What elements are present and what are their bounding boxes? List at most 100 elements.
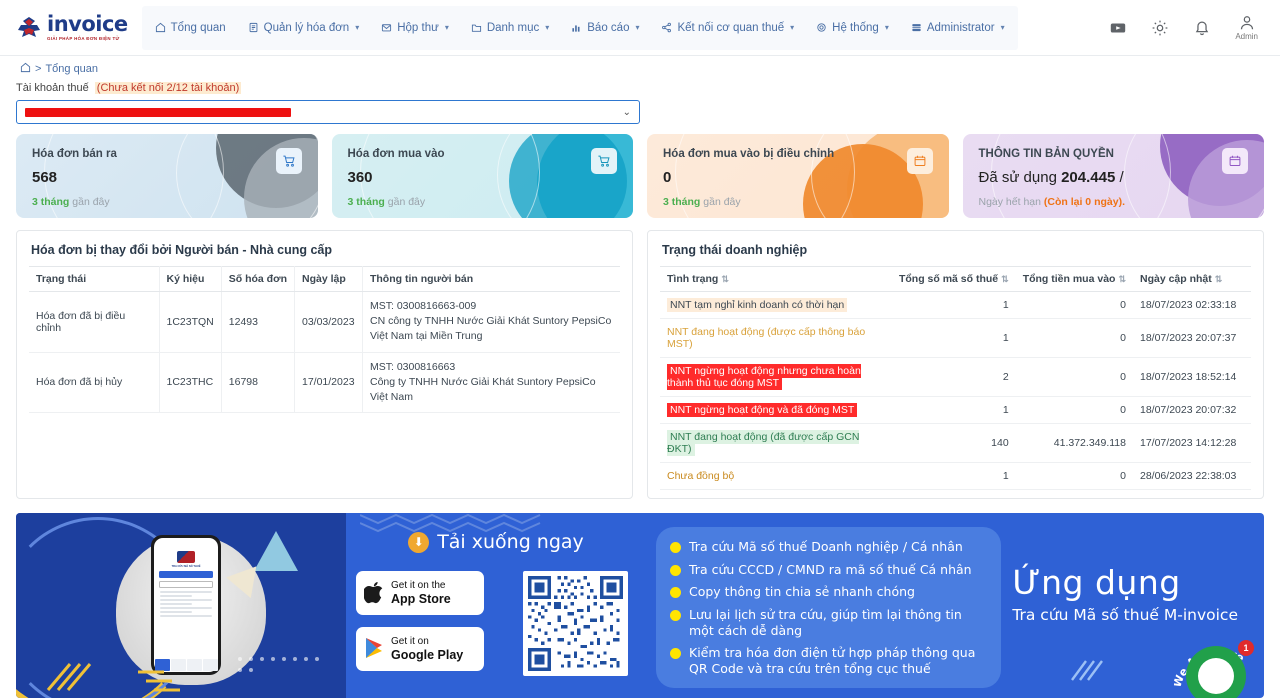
nav-label: Danh mục xyxy=(487,22,539,34)
cell-tong-tien-mua-vao: 0 xyxy=(1016,358,1133,397)
cell-ky-hieu: 1C23THC xyxy=(159,352,221,413)
cell-so-hoa-don: 12493 xyxy=(221,292,294,353)
table-row[interactable]: NNT ngừng hoạt động và đã đóng MST 1 0 1… xyxy=(660,397,1251,424)
google-play-button[interactable]: Get it on Google Play xyxy=(356,627,484,671)
card-hoa-don-mua-vao-bi-dieu-chinh[interactable]: Hóa đơn mua vào bị điều chỉnh 0 3 tháng … xyxy=(647,134,949,218)
nav-item-danh-muc[interactable]: Danh mục ▾ xyxy=(460,6,560,50)
license-used: 204.445 xyxy=(1061,169,1115,186)
col-trang-thai[interactable]: Trạng thái xyxy=(29,267,159,292)
col-tong-so-ma-so-thue[interactable]: Tổng số mã số thuế⇅ xyxy=(892,267,1016,292)
bell-icon[interactable] xyxy=(1193,19,1211,37)
card-value: 360 xyxy=(348,169,618,186)
promo-banner[interactable]: TRA CỨU MÃ SỐ THUẾ xyxy=(16,513,1264,698)
bullet-icon xyxy=(670,610,681,621)
nav-right-icons: Admin xyxy=(1109,15,1280,41)
table-row[interactable]: NNT ngừng hoạt động nhưng chưa hoàn thàn… xyxy=(660,358,1251,397)
panel-hoa-don-thay-doi: Hóa đơn bị thay đổi bởi Người bán - Nhà … xyxy=(16,230,633,499)
seller-mst: MST: 0300816663-009 xyxy=(370,299,613,314)
business-status-table: Tình trạng⇅ Tổng số mã số thuế⇅ Tổng tiề… xyxy=(660,266,1251,490)
cell-tinh-trang: NNT tạm nghỉ kinh doanh có thời hạn xyxy=(660,292,892,319)
nav-label: Administrator xyxy=(927,22,995,34)
nav-item-tong-quan[interactable]: Tổng quan xyxy=(144,6,237,50)
table-row[interactable]: NNT đang hoạt động (đã được cấp GCN ĐKT)… xyxy=(660,424,1251,463)
avatar[interactable]: Admin xyxy=(1235,15,1258,41)
gear-icon[interactable] xyxy=(1151,19,1169,37)
cell-tinh-trang: Chưa đồng bộ xyxy=(660,463,892,490)
download-title: Tải xuống ngay xyxy=(437,531,584,553)
table-row[interactable]: Hóa đơn đã bị điều chỉnh 1C23TQN 12493 0… xyxy=(29,292,620,353)
store-line2: App Store xyxy=(391,592,451,606)
chart-icon xyxy=(571,22,582,33)
folder-icon xyxy=(471,22,482,33)
bullet-icon xyxy=(670,565,681,576)
status-badge: NNT ngừng hoạt động và đã đóng MST xyxy=(667,403,857,417)
table-row[interactable]: Hóa đơn đã bị hủy 1C23THC 16798 17/01/20… xyxy=(29,352,620,413)
brand-logo[interactable]: invoice GIẢI PHÁP HÓA ĐƠN ĐIỆN TỬ xyxy=(0,14,142,41)
chevron-down-icon: ▾ xyxy=(790,23,794,32)
card-hoa-don-mua-vao[interactable]: Hóa đơn mua vào 360 3 tháng gần đây xyxy=(332,134,634,218)
sort-icon[interactable]: ⇅ xyxy=(1118,274,1126,284)
panel-title: Trạng thái doanh nghiệp xyxy=(662,243,1251,257)
col-so-hoa-don[interactable]: Số hóa đơn xyxy=(221,267,294,292)
panel-trang-thai-doanh-nghiep: Trạng thái doanh nghiệp Tình trạng⇅ Tổng… xyxy=(647,230,1264,499)
status-badge: 1 xyxy=(1238,640,1254,656)
cell-trang-thai: Hóa đơn đã bị điều chỉnh xyxy=(29,292,159,353)
apple-icon xyxy=(364,580,384,607)
download-title-row: ⬇ Tải xuống ngay xyxy=(346,531,646,553)
brand-name: invoice xyxy=(47,14,128,35)
status-badge: NNT tạm nghỉ kinh doanh có thời hạn xyxy=(667,298,847,312)
col-ngay-lap[interactable]: Ngày lập xyxy=(294,267,362,292)
col-tinh-trang[interactable]: Tình trạng⇅ xyxy=(660,267,892,292)
server-icon xyxy=(911,22,922,33)
nav-label: Quản lý hóa đơn xyxy=(264,22,350,34)
top-navigation-bar: invoice GIẢI PHÁP HÓA ĐƠN ĐIỆN TỬ Tổng q… xyxy=(0,0,1280,56)
nav-item-ket-noi-co-quan-thue[interactable]: Kết nối cơ quan thuế ▾ xyxy=(650,6,805,50)
cell-tong-so-ma-so-thue: 2 xyxy=(892,358,1016,397)
table-row[interactable]: NNT tạm nghỉ kinh doanh có thời hạn 1 0 … xyxy=(660,292,1251,319)
table-row[interactable]: NNT đang hoạt động (được cấp thông báo M… xyxy=(660,319,1251,358)
col-ky-hieu[interactable]: Ký hiệu xyxy=(159,267,221,292)
banner-download-section: ⬇ Tải xuống ngay Get it on the App Store xyxy=(346,513,646,698)
cell-tong-tien-mua-vao: 41.372.349.118 xyxy=(1016,424,1133,463)
sort-icon[interactable]: ⇅ xyxy=(1215,274,1223,284)
chevron-decor-icon xyxy=(1070,658,1104,684)
seller-name: CN công ty TNHH Nước Giải Khát Suntory P… xyxy=(370,314,613,344)
app-subtitle: Tra cứu Mã số thuế M-invoice xyxy=(1012,606,1238,624)
license-prefix: Đã sử dụng xyxy=(979,169,1062,186)
col-thong-tin-nguoi-ban[interactable]: Thông tin người bán xyxy=(362,267,620,292)
home-icon[interactable] xyxy=(20,62,31,76)
status-badge: NNT đang hoạt động (đã được cấp GCN ĐKT) xyxy=(667,430,859,456)
share-icon xyxy=(661,22,672,33)
panel-title: Hóa đơn bị thay đổi bởi Người bán - Nhà … xyxy=(31,243,620,257)
support-widget[interactable]: We Are Here 1 xyxy=(1174,628,1260,698)
nav-item-he-thong[interactable]: Hệ thống ▾ xyxy=(805,6,900,50)
nav-item-quan-ly-hoa-don[interactable]: Quản lý hóa đơn ▾ xyxy=(237,6,371,50)
tax-account-select[interactable]: ⌄ xyxy=(16,100,640,124)
nav-item-bao-cao[interactable]: Báo cáo ▾ xyxy=(560,6,650,50)
download-icon: ⬇ xyxy=(408,532,429,553)
bullet-icon xyxy=(670,587,681,598)
card-value: Đã sử dụng 204.445 / xyxy=(979,169,1249,186)
video-icon[interactable] xyxy=(1109,19,1127,37)
card-title: THÔNG TIN BẢN QUYỀN xyxy=(979,148,1249,160)
brand-tagline: GIẢI PHÁP HÓA ĐƠN ĐIỆN TỬ xyxy=(47,37,128,41)
col-ngay-cap-nhat[interactable]: Ngày cập nhật⇅ xyxy=(1133,267,1251,292)
chevron-down-icon[interactable]: ⌄ xyxy=(623,107,631,118)
qr-code[interactable] xyxy=(523,571,628,676)
card-hoa-don-ban-ra[interactable]: Hóa đơn bán ra 568 3 tháng gần đây xyxy=(16,134,318,218)
card-thong-tin-ban-quyen[interactable]: THÔNG TIN BẢN QUYỀN Đã sử dụng 204.445 /… xyxy=(963,134,1265,218)
cell-thong-tin-nguoi-ban: MST: 0300816663-009 CN công ty TNHH Nước… xyxy=(362,292,620,353)
sort-icon[interactable]: ⇅ xyxy=(721,274,729,284)
app-store-text: Get it on the App Store xyxy=(391,580,451,606)
nav-item-hop-thu[interactable]: Hộp thư ▾ xyxy=(370,6,460,50)
app-store-button[interactable]: Get it on the App Store xyxy=(356,571,484,615)
seller-mst: MST: 0300816663 xyxy=(370,360,613,375)
list-item: Kiểm tra hóa đơn điện tử hợp pháp thông … xyxy=(670,645,987,676)
table-row[interactable]: Chưa đồng bộ 1 0 28/06/2023 22:38:03 xyxy=(660,463,1251,490)
col-tong-tien-mua-vao[interactable]: Tổng tiền mua vào⇅ xyxy=(1016,267,1133,292)
sort-icon[interactable]: ⇅ xyxy=(1001,274,1009,284)
cell-ky-hieu: 1C23TQN xyxy=(159,292,221,353)
nav-item-administrator[interactable]: Administrator ▾ xyxy=(900,6,1016,50)
card-period: 3 tháng gần đây xyxy=(663,196,933,208)
cell-tong-tien-mua-vao: 0 xyxy=(1016,397,1133,424)
